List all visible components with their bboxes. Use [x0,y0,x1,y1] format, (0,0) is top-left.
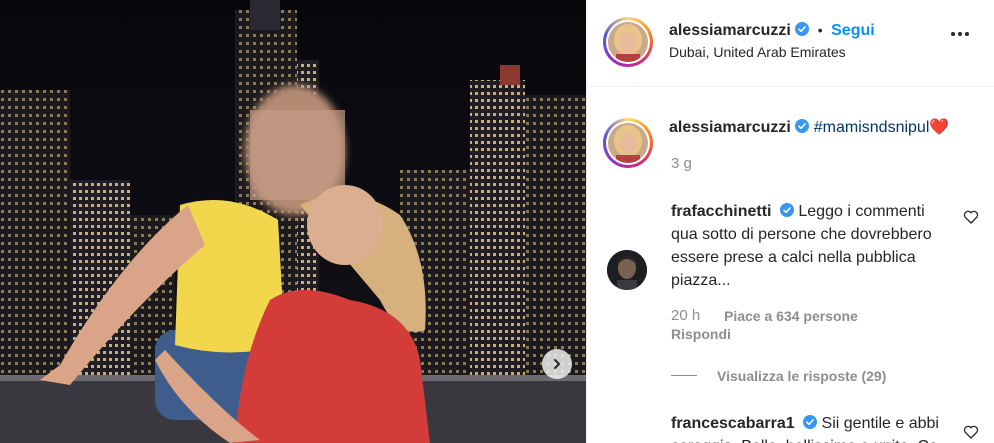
post-photo[interactable] [0,0,586,443]
author-avatar[interactable] [603,17,653,67]
more-options-icon[interactable] [951,32,969,36]
heart-emoji: ❤️ [929,119,950,136]
header-title-row: alessiamarcuzzi • Segui [669,22,875,40]
replies-divider [671,375,697,376]
verified-badge-icon [779,203,794,217]
follow-button[interactable]: Segui [831,22,875,39]
post-header: alessiamarcuzzi • Segui Dubai, United Ar… [587,0,994,87]
caption-username[interactable]: alessiamarcuzzi [669,119,791,136]
author-username[interactable]: alessiamarcuzzi [669,22,791,39]
reply-button[interactable]: Rispondi [671,326,731,342]
carousel-next-button[interactable] [542,349,572,379]
caption: alessiamarcuzzi #mamisndsnipul❤️ [669,117,949,137]
verified-badge-icon [795,22,810,36]
view-replies-button[interactable]: Visualizza le risposte (29) [717,368,886,384]
comment-username[interactable]: frafacchinetti [671,203,771,220]
caption-avatar-image [608,123,648,163]
comment-likes[interactable]: Piace a 634 persone [724,308,858,324]
caption-timestamp[interactable]: 3 g [671,155,692,172]
post-side-panel: alessiamarcuzzi • Segui Dubai, United Ar… [586,0,994,443]
caption-avatar[interactable] [603,118,653,168]
verified-badge-icon [795,119,810,133]
comment-timestamp[interactable]: 20 h [671,307,700,324]
post-image [0,0,586,443]
caption-hashtag[interactable]: #mamisndsnipul [814,119,930,136]
verified-badge-icon [803,415,818,429]
comment-body: frafacchinetti Leggo i commenti qua sott… [671,200,951,292]
like-heart-icon[interactable] [963,424,979,440]
comment-username[interactable]: francescabarra1 [671,415,795,432]
commenter-avatar[interactable] [607,250,647,290]
post-location[interactable]: Dubai, United Arab Emirates [669,44,846,60]
header-separator: • [817,22,823,38]
comment-body: francescabarra1 Sii gentile e abbi corag… [671,412,951,443]
commenter-avatar-image [607,250,647,290]
like-heart-icon[interactable] [963,209,979,225]
author-avatar-image [608,22,648,62]
chevron-right-icon [554,359,560,369]
